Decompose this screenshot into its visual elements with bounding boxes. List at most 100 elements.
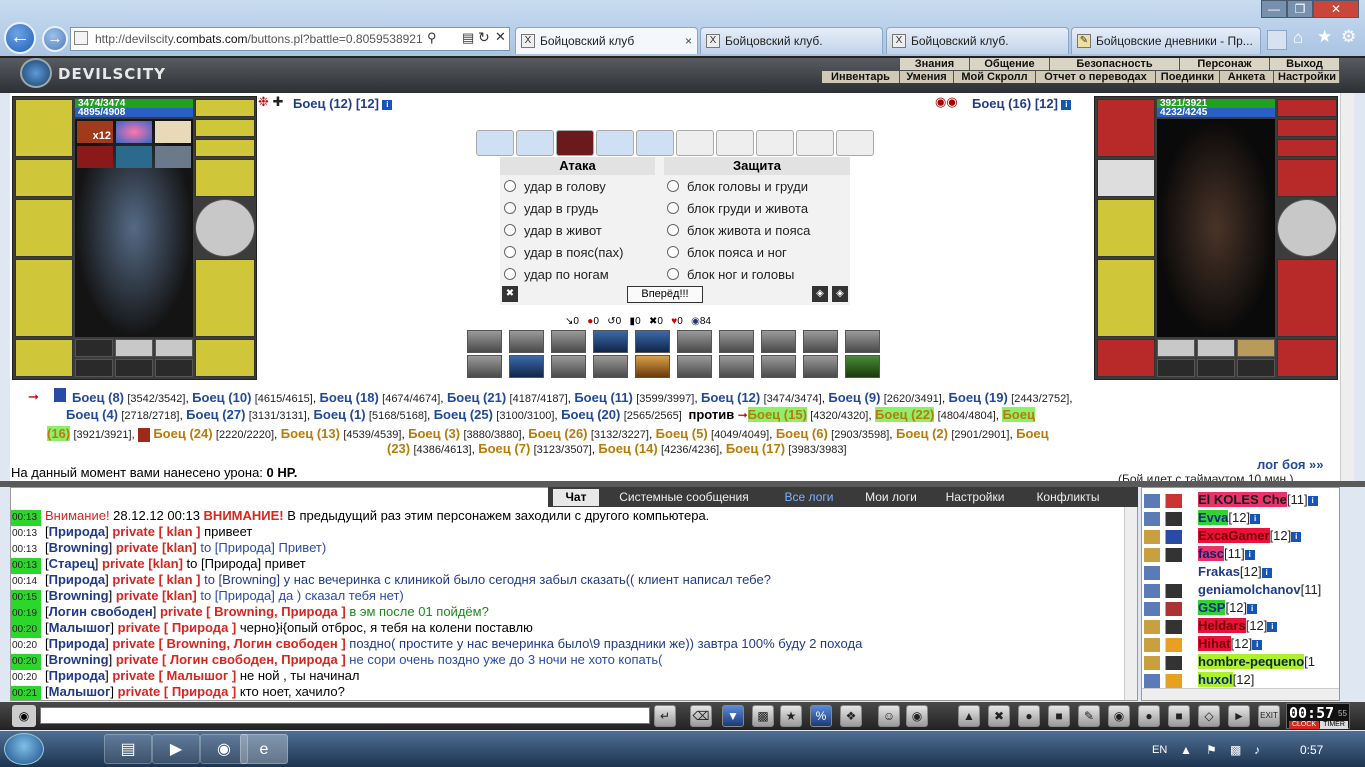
quick-slot-icon[interactable]: ■ [1048, 705, 1070, 727]
user-row[interactable]: GSP[12] i [1144, 600, 1258, 618]
nick[interactable]: Природа [49, 636, 105, 651]
defense-option-3[interactable]: блок живота и пояса [667, 223, 810, 238]
timer-label[interactable]: TIMER [1320, 721, 1348, 729]
radio-button[interactable] [504, 268, 516, 280]
skill-slot[interactable] [593, 330, 628, 353]
attack-option-legs[interactable]: удар по ногам [504, 267, 609, 282]
fighter-link[interactable]: Боец [1002, 407, 1035, 422]
scroll-slot-10[interactable] [836, 130, 874, 156]
close-window-button[interactable]: ✕ [1313, 0, 1359, 18]
forward-nav-button[interactable]: → [42, 26, 68, 52]
small-slot-6[interactable] [155, 359, 193, 377]
clock-label[interactable]: CLOCK [1289, 721, 1319, 729]
fighter-link[interactable]: Боец (12) [701, 390, 760, 405]
private-tag[interactable]: private [ Малышог ] [112, 668, 236, 683]
tab-system-messages[interactable]: Системные сообщения [602, 489, 766, 506]
fighter-link[interactable]: Боец (11) [574, 390, 633, 405]
volume-icon[interactable]: ♪ [1254, 743, 1260, 757]
browser-tab-4[interactable]: ✎ Бойцовские дневники - Пр... [1071, 27, 1261, 54]
user-name[interactable]: Heldars [1198, 618, 1246, 633]
menu-battles[interactable]: Поединки [1156, 71, 1220, 83]
nick[interactable]: Старец [49, 556, 95, 571]
quick-slot-icon[interactable]: ✎ [1078, 705, 1100, 727]
fighter-link[interactable]: Боец (15) [747, 407, 807, 422]
nick[interactable]: Browning [49, 540, 109, 555]
info-icon[interactable]: i [1247, 603, 1258, 614]
settings-gear-icon[interactable]: ⚙ [1341, 27, 1356, 47]
menu-my-scroll[interactable]: Мой Скролл [954, 71, 1036, 83]
ring-slots[interactable] [195, 139, 255, 157]
defense-option-2[interactable]: блок груди и живота [667, 201, 808, 216]
address-bar[interactable]: http://devilscity.combats.com/buttons.pl… [70, 27, 510, 51]
fighter-link[interactable]: Боец (9) [828, 390, 880, 405]
quick-slot-icon[interactable]: ◉ [1108, 705, 1130, 727]
fighter-link[interactable]: Боец (18) [320, 390, 379, 405]
private-tag[interactable]: private [ klan ] [112, 524, 200, 539]
explorer-icon[interactable]: ▤ [104, 734, 152, 764]
legs-slot[interactable] [1277, 259, 1337, 337]
flag-icon[interactable]: ⚑ [1206, 743, 1217, 757]
info-icon[interactable]: i [1261, 567, 1272, 578]
skill-slot[interactable] [551, 330, 586, 353]
browser-tab-1[interactable]: X Бойцовский клуб × [515, 27, 698, 54]
forward-button[interactable]: Вперёд!!! [627, 286, 703, 303]
to-target[interactable]: to [Природа] [183, 556, 262, 571]
user-row[interactable]: Evva[12] i [1144, 510, 1261, 528]
info-icon[interactable]: i [382, 99, 393, 110]
minimize-button[interactable]: — [1261, 0, 1287, 18]
skill-slot[interactable] [467, 355, 502, 378]
skill-slot[interactable] [845, 330, 880, 353]
left-fighter-name[interactable]: Боец (12) [12] [293, 96, 379, 111]
radio-button[interactable] [667, 246, 679, 258]
private-tag[interactable]: private [ Природа ] [118, 620, 237, 635]
clear-icon[interactable]: ⌫ [690, 705, 712, 727]
weapon-slot[interactable] [15, 199, 73, 257]
skill-slot[interactable] [719, 355, 754, 378]
exit-icon[interactable]: EXIT [1258, 705, 1280, 727]
quick-slot-icon[interactable]: ■ [1168, 705, 1190, 727]
fighter-link[interactable]: Боец (24) [153, 426, 212, 441]
to-target[interactable]: to [Browning] [200, 572, 280, 587]
nick[interactable]: Browning [49, 652, 109, 667]
menu-communication[interactable]: Общение [970, 58, 1050, 70]
fighter-link[interactable]: Боец (22) [875, 407, 935, 422]
refresh-icon[interactable]: ↻ [478, 29, 490, 46]
private-tag[interactable]: private [ Природа ] [118, 684, 237, 699]
fighter-icon[interactable]: ★ [780, 705, 802, 727]
fighter-link[interactable]: Боец (27) [186, 407, 245, 422]
fighter-link[interactable]: Боец (20) [561, 407, 620, 422]
radio-button[interactable] [667, 202, 679, 214]
user-name[interactable]: ExcaGamer [1198, 528, 1270, 543]
search-icon[interactable]: ⚲ [427, 30, 437, 46]
boots-slot[interactable] [1277, 339, 1337, 377]
fighter-link[interactable]: Боец (7) [478, 441, 530, 456]
skill-slot[interactable] [467, 330, 502, 353]
belt-slot[interactable] [1097, 339, 1155, 377]
fighter-link[interactable]: Боец (14) [598, 441, 657, 456]
helmet-slot[interactable] [15, 99, 73, 157]
ring-slots[interactable] [1277, 139, 1337, 157]
legs-slot[interactable] [195, 259, 255, 337]
page-scrollbar[interactable] [1340, 93, 1354, 481]
skill-slot[interactable] [593, 355, 628, 378]
private-tag[interactable]: private [ Browning, Логин свободен ] [112, 636, 345, 651]
user-row[interactable]: Frakas[12] i [1144, 564, 1272, 582]
favorites-icon[interactable]: ★ [1317, 27, 1332, 47]
small-slot-2[interactable] [115, 339, 153, 357]
fighter-link[interactable]: Боец (1) [314, 407, 366, 422]
user-name[interactable]: El KOLES Che [1198, 492, 1287, 507]
chat-mode-icon[interactable]: ◉ [12, 705, 36, 727]
fighter-link[interactable]: Боец (26) [528, 426, 587, 441]
scroll-slot-9[interactable] [796, 130, 834, 156]
user-name[interactable]: Frakas [1198, 564, 1240, 579]
small-slot-4[interactable] [1157, 359, 1195, 377]
small-slot-3[interactable] [155, 339, 193, 357]
user-name[interactable]: GSP [1198, 600, 1226, 615]
translit-icon[interactable]: % [810, 705, 832, 727]
save-icon[interactable]: ▩ [752, 705, 774, 727]
small-slot-4[interactable] [75, 359, 113, 377]
stop-icon[interactable]: ✕ [495, 29, 506, 45]
fighter-link[interactable]: Боец (8) [72, 390, 124, 405]
radio-button[interactable] [667, 180, 679, 192]
fighter-link[interactable]: Боец (17) [726, 441, 785, 456]
